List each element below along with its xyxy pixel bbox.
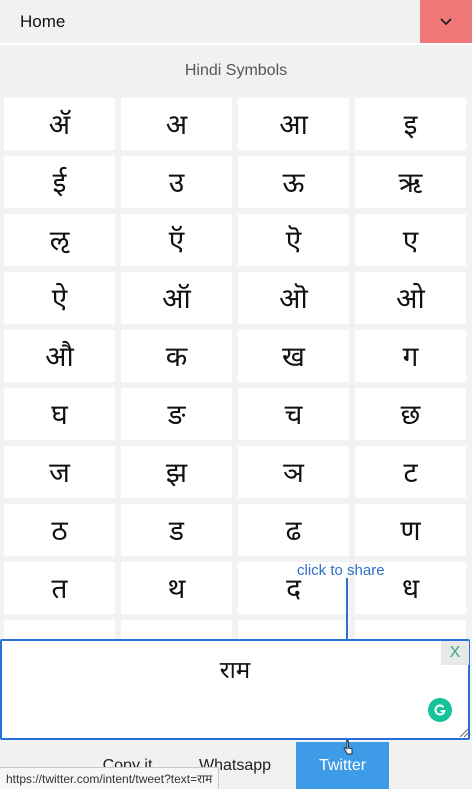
symbol-text-area[interactable] [0,639,470,740]
symbol-cell[interactable]: ख [238,330,349,382]
symbol-cell[interactable]: च [238,388,349,440]
symbol-cell[interactable]: ऑ [121,272,232,324]
resize-grip-icon[interactable] [458,727,468,737]
symbol-cell[interactable]: क [121,330,232,382]
top-bar: Home [0,0,472,45]
symbol-cell[interactable]: ऋ [355,156,466,208]
symbol-cell[interactable]: औ [4,330,115,382]
home-link[interactable]: Home [20,12,65,32]
symbol-cell[interactable]: ॲ [4,98,115,150]
symbol-cell[interactable]: इ [355,98,466,150]
symbol-cell[interactable]: ज [4,446,115,498]
symbol-cell[interactable]: ढ [238,504,349,556]
symbol-grid: ॲअआइईउऊऋऌऍऎएऐऑऒओऔकखगघङचछजझञटठडढणतथदध [0,94,472,639]
symbol-cell[interactable]: ण [355,504,466,556]
grammarly-icon[interactable] [428,698,452,722]
pointer-cursor-icon [343,740,353,755]
symbol-cell[interactable]: ऍ [121,214,232,266]
symbol-cell[interactable]: ड [121,504,232,556]
symbol-cell[interactable]: ट [355,446,466,498]
symbol-cell[interactable]: त [4,562,115,614]
symbol-cell[interactable]: ऒ [238,272,349,324]
symbol-cell[interactable]: अ [121,98,232,150]
symbol-cell[interactable]: ग [355,330,466,382]
symbol-cell[interactable]: आ [238,98,349,150]
symbol-cell[interactable]: ङ [121,388,232,440]
symbol-cell[interactable]: घ [4,388,115,440]
symbol-cell[interactable] [4,620,115,639]
clear-text-button[interactable]: X [441,641,469,665]
section-title: Hindi Symbols [0,47,472,94]
symbol-cell[interactable]: ठ [4,504,115,556]
symbol-cell[interactable]: झ [121,446,232,498]
symbol-cell[interactable]: ऎ [238,214,349,266]
menu-toggle-button[interactable] [420,0,472,43]
share-hint-annotation: click to share [297,562,385,579]
symbol-cell[interactable]: छ [355,388,466,440]
symbol-cell[interactable]: उ [121,156,232,208]
link-status-bar: https://twitter.com/intent/tweet?text=रा… [0,767,220,789]
symbol-cell[interactable]: ओ [355,272,466,324]
symbol-cell[interactable]: ऌ [4,214,115,266]
chevron-down-icon [440,17,452,26]
symbol-cell[interactable]: ए [355,214,466,266]
symbol-cell[interactable] [355,620,466,639]
symbol-cell[interactable]: थ [121,562,232,614]
symbol-cell[interactable]: ञ [238,446,349,498]
symbol-cell[interactable] [121,620,232,639]
symbol-cell[interactable] [238,620,349,639]
symbol-cell[interactable]: ऊ [238,156,349,208]
symbol-cell[interactable]: ई [4,156,115,208]
symbol-cell[interactable]: ऐ [4,272,115,324]
